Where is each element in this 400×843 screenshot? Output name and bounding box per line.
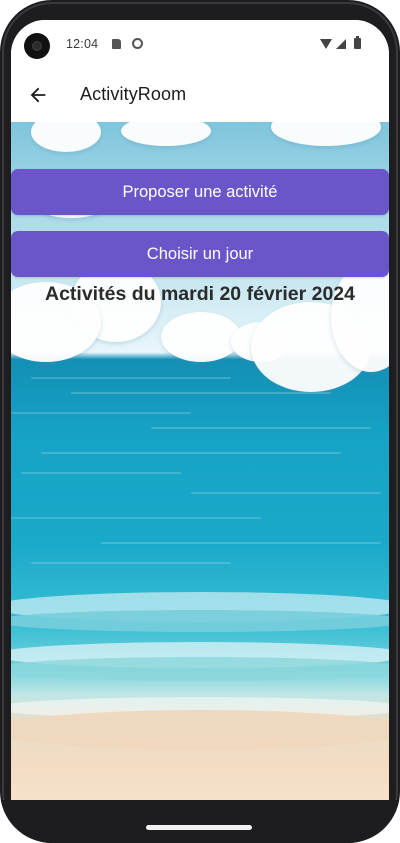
app-bar: ActivityRoom [11, 70, 389, 122]
cloud [121, 122, 211, 146]
propose-activity-label: Proposer une activité [122, 182, 278, 201]
cloud [31, 122, 101, 152]
battery-icon [354, 36, 361, 49]
choose-day-label: Choisir un jour [146, 244, 254, 263]
status-time: 12:04 [66, 37, 99, 51]
navigation-bar [0, 800, 400, 843]
sea-stripe [11, 517, 261, 519]
cloud [271, 122, 381, 146]
choose-day-button[interactable]: Choisir un jour [11, 231, 389, 277]
activities-heading: Activités du mardi 20 février 2024 [45, 283, 355, 305]
home-indicator[interactable] [146, 825, 252, 830]
sync-icon [132, 38, 143, 49]
sea-stripe [41, 452, 341, 454]
phone-frame: 12:04 ActivityRoom Proposer une activité… [0, 0, 400, 843]
wave-foam [11, 657, 389, 681]
screen: 12:04 ActivityRoom Proposer une activité… [11, 20, 389, 820]
sd-card-icon [112, 39, 121, 49]
propose-activity-button[interactable]: Proposer une activité [11, 169, 389, 215]
wifi-icon [320, 39, 332, 49]
cloud [161, 312, 241, 362]
status-bar: 12:04 [11, 20, 389, 70]
front-camera [24, 33, 50, 59]
sea-stripe [191, 492, 381, 494]
arrow-back-icon[interactable] [27, 84, 49, 106]
sea-stripe [11, 412, 191, 414]
signal-icon [336, 39, 346, 49]
sea-stripe [151, 427, 371, 429]
sand-shore [11, 710, 389, 750]
app-title: ActivityRoom [80, 84, 187, 104]
background-beach-image: Proposer une activité Choisir un jour Ac… [11, 122, 389, 820]
sea-stripe [101, 542, 381, 544]
sea-stripe [31, 562, 231, 564]
sea-stripe [71, 392, 331, 394]
wave-foam [11, 610, 389, 632]
sea-stripe [21, 472, 181, 474]
sea-stripe [31, 377, 231, 379]
